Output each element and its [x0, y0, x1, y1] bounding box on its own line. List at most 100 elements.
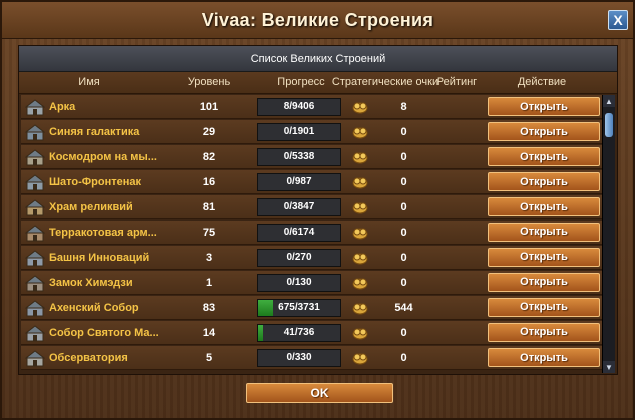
arch-icon: [24, 98, 46, 116]
table-row: Ахенский Собор 83 675/3731 544 Открыть: [21, 295, 603, 320]
building-name: Обсерватория: [49, 352, 128, 364]
open-button[interactable]: Открыть: [488, 197, 600, 217]
table-row: Терракотовая арм... 75 0/6174 0 Открыть: [21, 220, 603, 245]
table-row: Храм реликвий 81 0/3847 0 Открыть: [21, 195, 603, 220]
list-scrollbar[interactable]: ▲ ▼: [602, 95, 615, 373]
progress-text: 0/987: [286, 176, 312, 188]
open-button[interactable]: Открыть: [488, 348, 600, 367]
column-header-points[interactable]: Стратегические очки: [331, 72, 439, 93]
forge-points-icon: [351, 224, 369, 242]
strategic-points: 8: [400, 101, 407, 113]
column-header-name[interactable]: Имя: [49, 72, 129, 93]
building-level: 29: [202, 126, 216, 139]
building-name: Синяя галактика: [49, 126, 140, 139]
scroll-down-icon[interactable]: ▼: [603, 361, 615, 373]
progress-bar: 675/3731: [257, 298, 341, 317]
forge-points-icon: [351, 249, 369, 267]
table-row: Арка 101 8/9406 8 Открыть: [21, 95, 603, 119]
great-buildings-window: Vivaa: Великие Строения X Список Великих…: [0, 0, 635, 420]
table-row: Собор Святого Ма... 14 41/736 0 Открыть: [21, 320, 603, 345]
progress-bar: 0/6174: [257, 223, 341, 242]
progress-text: 0/270: [286, 251, 312, 263]
progress-text: 0/6174: [283, 226, 315, 238]
progress-bar: 0/1901: [257, 123, 341, 142]
forge-points-icon: [351, 299, 369, 317]
open-button[interactable]: Открыть: [488, 322, 600, 342]
building-name: Космодром на мы...: [49, 151, 157, 164]
table-row: Синяя галактика 29 0/1901 0 Открыть: [21, 120, 603, 145]
building-name: Храм реликвий: [49, 201, 133, 214]
scroll-up-icon[interactable]: ▲: [603, 95, 615, 107]
forge-points-icon: [351, 123, 369, 141]
forge-points-icon: [351, 198, 369, 216]
strategic-points: 0: [400, 251, 407, 264]
open-button[interactable]: Открыть: [488, 122, 600, 142]
column-header-level[interactable]: Уровень: [179, 72, 239, 93]
open-button[interactable]: Открыть: [488, 297, 600, 317]
table-row: Космодром на мы... 82 0/5338 0 Открыть: [21, 145, 603, 170]
building-name: Терракотовая арм...: [49, 226, 157, 239]
progress-bar: 0/130: [257, 273, 341, 292]
progress-text: 41/736: [283, 326, 315, 338]
progress-bar: 0/270: [257, 248, 341, 267]
great-buildings-panel: Список Великих Строений Имя Уровень Прог…: [18, 45, 618, 375]
forge-points-icon: [351, 349, 369, 367]
building-name: Арка: [49, 101, 76, 113]
progress-text: 0/1901: [283, 126, 315, 138]
building-name: Собор Святого Ма...: [49, 326, 159, 339]
column-header-rating[interactable]: Рейтинг: [431, 72, 483, 93]
open-button[interactable]: Открыть: [488, 172, 600, 192]
observatory-icon: [24, 349, 46, 367]
column-header-action: Действие: [517, 76, 567, 88]
open-button[interactable]: Открыть: [488, 147, 600, 167]
table-row: Обсерватория 5 0/330 0 Открыть: [21, 346, 603, 370]
temple-icon: [24, 198, 46, 216]
progress-bar: 0/5338: [257, 148, 341, 167]
ok-button[interactable]: OK: [246, 383, 393, 403]
progress-text: 0/130: [286, 276, 312, 288]
building-level: 83: [202, 301, 216, 314]
spaceport-icon: [24, 148, 46, 166]
forge-points-icon: [351, 148, 369, 166]
blue-galaxy-icon: [24, 123, 46, 141]
forge-points-icon: [351, 173, 369, 191]
st-mark-cathedral-icon: [24, 324, 46, 342]
strategic-points: 0: [400, 276, 407, 289]
strategic-points: 0: [400, 176, 407, 189]
strategic-points: 0: [400, 352, 407, 364]
open-button[interactable]: Открыть: [488, 222, 600, 242]
progress-bar: 0/330: [257, 349, 341, 367]
building-level: 101: [199, 101, 219, 113]
building-level: 1: [205, 276, 213, 289]
table-row: Башня Инноваций 3 0/270 0 Открыть: [21, 245, 603, 270]
himeji-castle-icon: [24, 274, 46, 292]
strategic-points: 544: [394, 301, 413, 314]
forge-points-icon: [351, 324, 369, 342]
table-row: Замок Химэдзи 1 0/130 0 Открыть: [21, 270, 603, 295]
strategic-points: 0: [400, 151, 407, 164]
progress-text: 0/5338: [283, 151, 315, 163]
table-row: Шато-Фронтенак 16 0/987 0 Открыть: [21, 170, 603, 195]
open-button[interactable]: Открыть: [488, 97, 600, 116]
progress-text: 675/3731: [278, 301, 320, 313]
chateau-icon: [24, 173, 46, 191]
terracotta-icon: [24, 224, 46, 242]
open-button[interactable]: Открыть: [488, 247, 600, 267]
strategic-points: 0: [400, 201, 407, 214]
scroll-thumb[interactable]: [605, 113, 613, 137]
progress-bar: 0/3847: [257, 198, 341, 217]
innovation-tower-icon: [24, 249, 46, 267]
panel-header: Список Великих Строений: [19, 46, 617, 72]
progress-bar: 8/9406: [257, 98, 341, 116]
window-title: Vivaa: Великие Строения: [201, 9, 434, 30]
open-button[interactable]: Открыть: [488, 272, 600, 292]
close-button[interactable]: X: [608, 10, 628, 30]
building-name: Замок Химэдзи: [49, 276, 133, 289]
progress-bar: 41/736: [257, 323, 341, 342]
window-titlebar: Vivaa: Великие Строения X: [2, 2, 633, 39]
progress-text: 8/9406: [283, 101, 315, 112]
aachen-cathedral-icon: [24, 299, 46, 317]
forge-points-icon: [351, 98, 369, 116]
building-level: 14: [202, 326, 216, 339]
strategic-points: 0: [400, 126, 407, 139]
